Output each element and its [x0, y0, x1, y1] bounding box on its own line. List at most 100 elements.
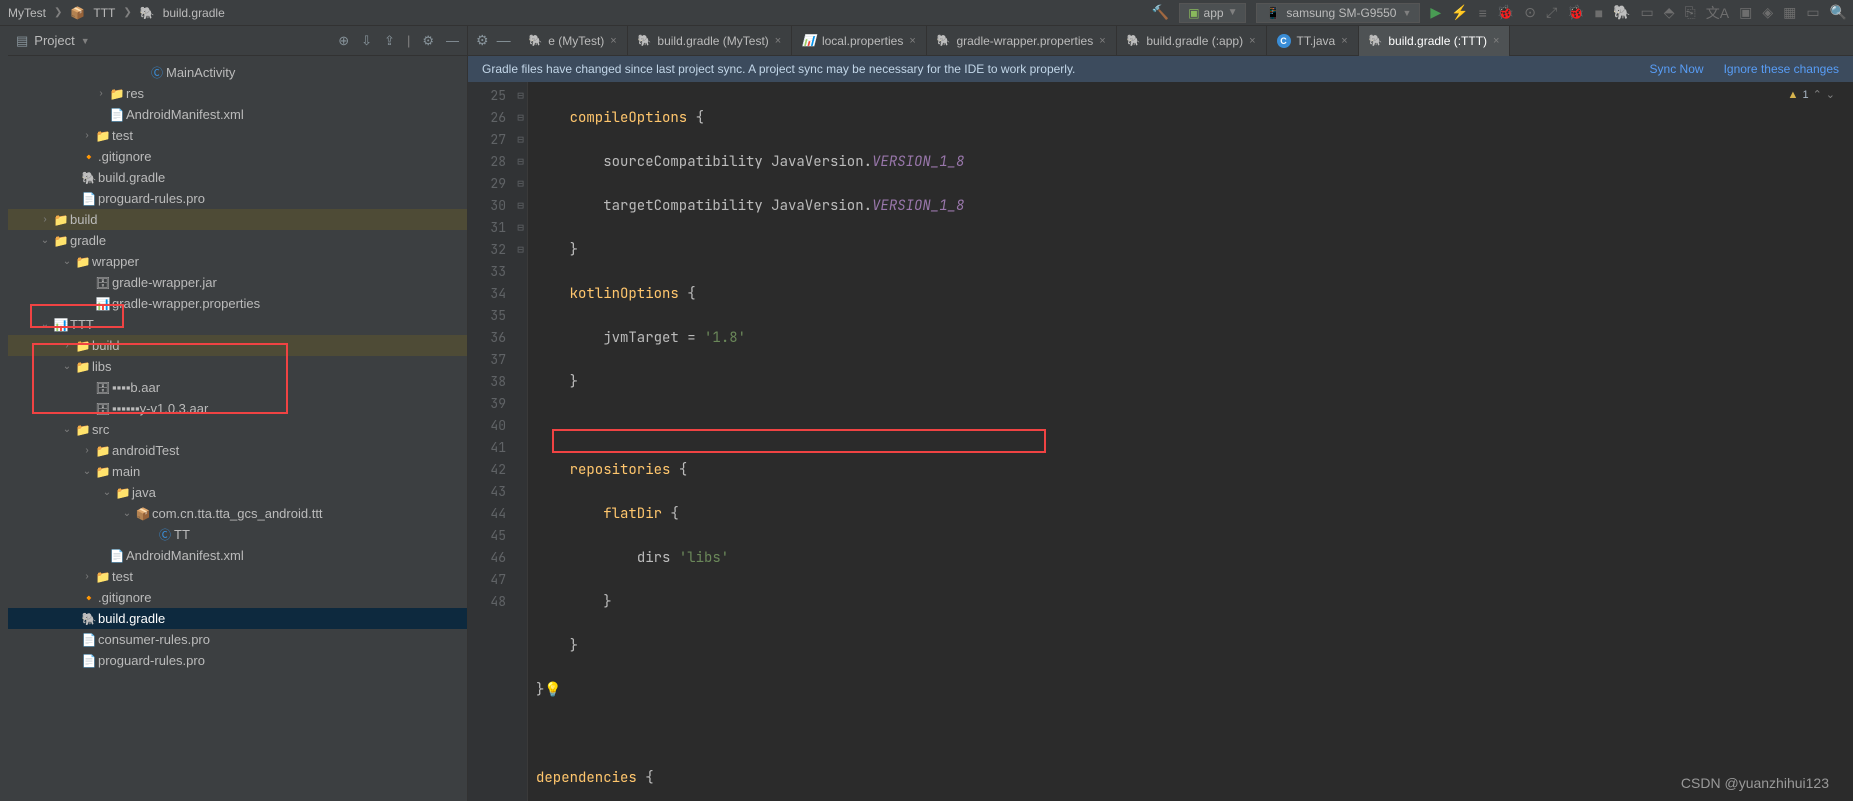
fold-marker[interactable]: ⊟	[514, 217, 527, 239]
project-tree[interactable]: ⒸMainActivity ›📁res 📄AndroidManifest.xml…	[8, 56, 467, 801]
tree-item[interactable]: gradle	[70, 233, 106, 248]
tree-item[interactable]: test	[112, 128, 133, 143]
tree-item[interactable]: TT	[174, 527, 190, 542]
expand-icon[interactable]: ⇪	[384, 33, 395, 49]
tree-item[interactable]: .gitignore	[98, 149, 151, 164]
tree-item[interactable]: test	[112, 569, 133, 584]
tree-item[interactable]: libs	[92, 359, 112, 374]
close-icon[interactable]: ×	[775, 35, 781, 47]
editor-tab[interactable]: 🐘build.gradle (:TTT)×	[1359, 26, 1511, 56]
tree-item[interactable]: proguard-rules.pro	[98, 191, 205, 206]
expand-icon[interactable]: ›	[94, 88, 108, 99]
emulator-icon[interactable]: ▭	[1806, 4, 1819, 21]
attach-debugger-icon[interactable]: 🐞	[1567, 4, 1584, 21]
tree-item[interactable]: main	[112, 464, 140, 479]
run-config-dropdown[interactable]: ▣ app ▼	[1179, 3, 1246, 23]
collapse-icon[interactable]: ⌄	[38, 319, 52, 330]
fold-marker[interactable]: ⊟	[514, 129, 527, 151]
ignore-link[interactable]: Ignore these changes	[1724, 62, 1839, 76]
close-icon[interactable]: ×	[610, 35, 616, 47]
gear-icon[interactable]: ⚙	[422, 33, 434, 49]
editor-tab[interactable]: 🐘build.gradle (:app)×	[1117, 26, 1267, 56]
editor-tab[interactable]: 🐘build.gradle (MyTest)×	[628, 26, 793, 56]
apply-changes-icon[interactable]: ⚡	[1451, 4, 1468, 21]
editor-tab[interactable]: 🐘e (MyTest)×	[519, 26, 628, 56]
search-icon[interactable]: 🔍	[1830, 4, 1847, 21]
sync-icon[interactable]: 🐘	[1613, 4, 1630, 21]
hide-icon[interactable]: —	[446, 33, 459, 49]
collapse-icon[interactable]: ⌄	[60, 256, 74, 267]
avd-icon[interactable]: ▭	[1641, 4, 1654, 21]
collapse-icon[interactable]: ⌄	[60, 361, 74, 372]
expand-icon[interactable]: ›	[80, 130, 94, 141]
tree-item[interactable]: consumer-rules.pro	[98, 632, 210, 647]
fold-marker[interactable]: ⊟	[514, 151, 527, 173]
layout-icon[interactable]: ▣	[1739, 4, 1752, 21]
collapse-icon[interactable]: ⌄	[80, 466, 94, 477]
expand-icon[interactable]: ›	[80, 445, 94, 456]
bc-2t[interactable]: TTT	[91, 6, 117, 20]
left-rail[interactable]	[0, 26, 8, 801]
expand-icon[interactable]: ›	[60, 340, 74, 351]
bulb-icon[interactable]: 💡	[544, 681, 561, 699]
assist-icon[interactable]: ◈	[1762, 4, 1773, 21]
gear-icon[interactable]: ⚙	[476, 32, 489, 49]
tree-item[interactable]: .gitignore	[98, 590, 151, 605]
tree-item[interactable]: AndroidManifest.xml	[126, 107, 244, 122]
hide-icon[interactable]: —	[497, 32, 511, 49]
stop-icon[interactable]: ■	[1595, 5, 1603, 21]
collapse-icon[interactable]: ⇩	[361, 33, 372, 49]
collapse-icon[interactable]: ⌄	[60, 424, 74, 435]
debug-icon[interactable]: 🐞	[1497, 4, 1514, 21]
chevron-down-icon[interactable]: ▼	[81, 36, 90, 46]
bc-3[interactable]: build.gradle	[161, 6, 227, 20]
tree-item[interactable]: ▪▪▪▪b.aar	[112, 380, 160, 395]
bc-1[interactable]: MyTest	[6, 6, 48, 20]
device-dropdown[interactable]: 📱 samsung SM-G9550 ▼	[1256, 3, 1420, 23]
breadcrumb[interactable]: MyTest❯ 📦TTT❯ 🐘build.gradle	[6, 6, 227, 20]
close-icon[interactable]: ×	[1493, 35, 1499, 47]
tree-item[interactable]: MainActivity	[166, 65, 235, 80]
panel-title[interactable]: Project	[34, 33, 74, 48]
tree-item[interactable]: wrapper	[92, 254, 139, 269]
tree-item[interactable]: gradle-wrapper.properties	[112, 296, 260, 311]
fold-marker[interactable]: ⊟	[514, 85, 527, 107]
profile-icon[interactable]: ⊙	[1524, 4, 1536, 21]
tree-item[interactable]: com.cn.tta.tta_gcs_android.ttt	[152, 506, 323, 521]
close-icon[interactable]: ×	[1249, 35, 1255, 47]
collapse-icon[interactable]: ⌄	[120, 508, 134, 519]
fold-marker[interactable]: ⊟	[514, 195, 527, 217]
close-icon[interactable]: ×	[909, 35, 915, 47]
code-editor[interactable]: 2526272829303132333435363738394041424344…	[468, 82, 1853, 801]
vcs-icon[interactable]: ⎘	[1685, 4, 1696, 21]
collapse-icon[interactable]: ⌄	[38, 235, 52, 246]
fold-marker[interactable]: ⊟	[514, 239, 527, 261]
tree-item[interactable]: build.gradle	[98, 170, 165, 185]
build-icon[interactable]: 🔨	[1152, 4, 1169, 21]
collapse-icon[interactable]: ⌄	[100, 487, 114, 498]
coverage-icon[interactable]: ⤢	[1546, 4, 1557, 21]
expand-icon[interactable]: ›	[80, 571, 94, 582]
sdk-icon[interactable]: ⬘	[1664, 4, 1675, 21]
editor-tab[interactable]: 🐘gradle-wrapper.properties×	[927, 26, 1117, 56]
fold-marker[interactable]: ⊟	[514, 107, 527, 129]
close-icon[interactable]: ×	[1341, 35, 1347, 47]
tree-item[interactable]: build	[70, 212, 97, 227]
tree-item[interactable]: gradle-wrapper.jar	[112, 275, 217, 290]
tree-item[interactable]: androidTest	[112, 443, 179, 458]
lang-icon[interactable]: 文A	[1706, 3, 1729, 23]
expand-icon[interactable]: ›	[38, 214, 52, 225]
tree-item[interactable]: src	[92, 422, 109, 437]
editor-tab[interactable]: CTT.java×	[1267, 26, 1359, 56]
close-icon[interactable]: ×	[1099, 35, 1105, 47]
fold-marker[interactable]: ⊟	[514, 173, 527, 195]
fold-column[interactable]: ⊟ ⊟ ⊟ ⊟⊟⊟ ⊟ ⊟	[514, 82, 528, 801]
tree-item[interactable]: res	[126, 86, 144, 101]
run-icon[interactable]: ▶	[1430, 4, 1441, 21]
target-icon[interactable]: ⊕	[338, 33, 349, 49]
code-content[interactable]: compileOptions { sourceCompatibility Jav…	[528, 82, 1853, 801]
tree-item[interactable]: build	[92, 338, 119, 353]
bc-2[interactable]: 📦	[68, 6, 87, 20]
tree-item[interactable]: AndroidManifest.xml	[126, 548, 244, 563]
apply-code-icon[interactable]: ≡	[1479, 5, 1487, 21]
